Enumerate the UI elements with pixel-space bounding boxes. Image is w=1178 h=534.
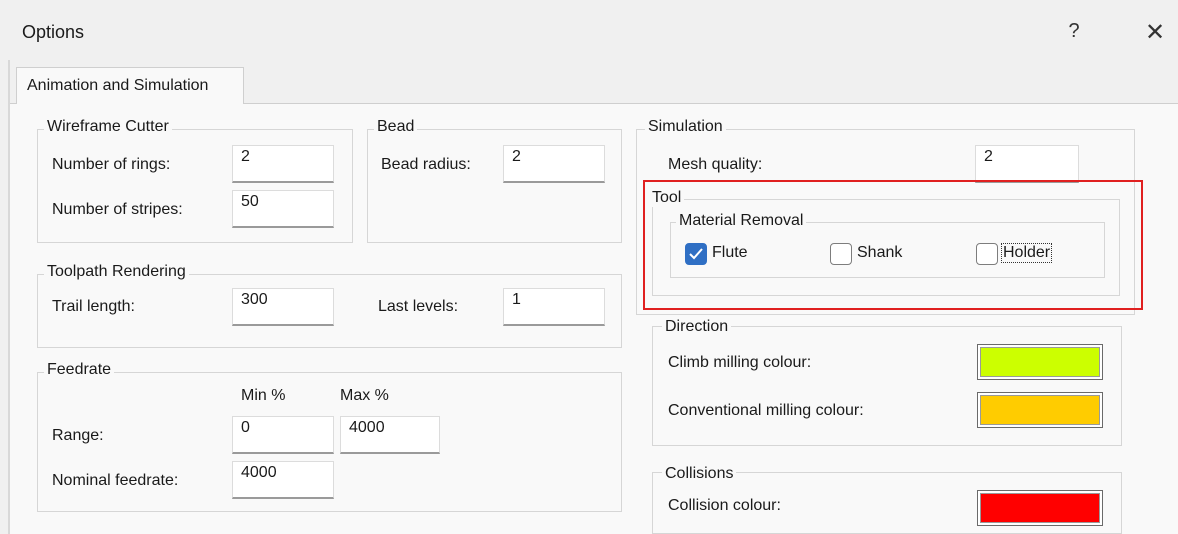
climb-milling-color-swatch[interactable]: [977, 344, 1103, 380]
help-button[interactable]: ?: [1062, 20, 1086, 46]
rings-label: Number of rings:: [52, 156, 171, 173]
mesh-quality-label: Mesh quality:: [668, 156, 763, 173]
range-label: Range:: [52, 427, 104, 444]
max-percent-header: Max %: [340, 387, 389, 404]
collisions-legend: Collisions: [662, 465, 737, 483]
mesh-quality-input[interactable]: 2: [975, 145, 1079, 183]
close-button[interactable]: ✕: [1140, 18, 1170, 48]
wireframe-cutter-legend: Wireframe Cutter: [44, 118, 172, 136]
climb-milling-label: Climb milling colour:: [668, 354, 812, 371]
bead-radius-input[interactable]: 2: [503, 145, 605, 183]
trail-length-input[interactable]: 300: [232, 288, 334, 326]
stripes-input[interactable]: 50: [232, 190, 334, 228]
last-levels-label: Last levels:: [378, 298, 459, 315]
min-percent-header: Min %: [241, 387, 286, 404]
nominal-feedrate-label: Nominal feedrate:: [52, 472, 179, 489]
last-levels-input[interactable]: 1: [503, 288, 605, 326]
tab-animation-and-simulation[interactable]: Animation and Simulation: [16, 67, 244, 104]
trail-length-label: Trail length:: [52, 298, 135, 315]
feedrate-legend: Feedrate: [44, 361, 115, 379]
direction-legend: Direction: [662, 318, 732, 336]
bead-legend: Bead: [374, 118, 418, 136]
simulation-legend: Simulation: [645, 118, 726, 136]
nominal-feedrate-input[interactable]: 4000: [232, 461, 334, 499]
toolpath-rendering-legend: Toolpath Rendering: [44, 263, 189, 281]
collision-colour-label: Collision colour:: [668, 497, 781, 514]
stripes-label: Number of stripes:: [52, 201, 183, 218]
highlight-annotation: [643, 180, 1143, 310]
conventional-milling-label: Conventional milling colour:: [668, 402, 864, 419]
rings-input[interactable]: 2: [232, 145, 334, 183]
collision-color-swatch[interactable]: [977, 490, 1103, 526]
tab-label: Animation and Simulation: [27, 77, 209, 94]
bead-radius-label: Bead radius:: [381, 156, 471, 173]
range-min-input[interactable]: 0: [232, 416, 334, 454]
conventional-milling-color-swatch[interactable]: [977, 392, 1103, 428]
window-title: Options: [22, 22, 85, 42]
range-max-input[interactable]: 4000: [340, 416, 440, 454]
